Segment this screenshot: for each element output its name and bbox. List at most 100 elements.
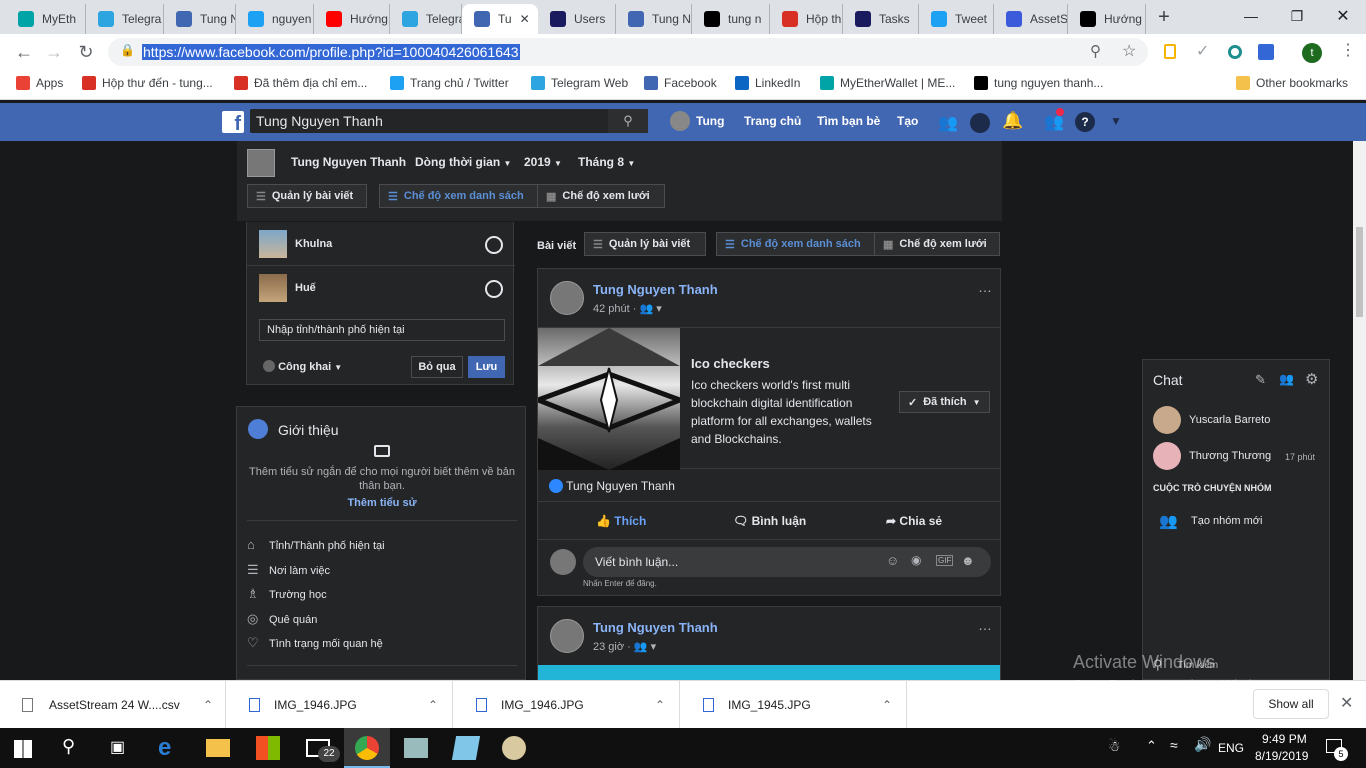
intro-item[interactable]: ⌂ Tỉnh/Thành phố hiện tại — [247, 537, 517, 555]
clock-date[interactable]: 8/19/2019 — [1255, 749, 1308, 763]
intro-item[interactable]: ♗ Trường học — [247, 586, 517, 604]
comment-button[interactable]: 🗨 Bình luận — [733, 514, 806, 528]
share-button[interactable]: ➦ Chia sẻ — [886, 514, 942, 528]
nav-find-friends[interactable]: Tìm bạn bè — [817, 114, 880, 128]
zoom-icon[interactable]: ⚲ — [1090, 42, 1101, 60]
forward-button[interactable]: → — [42, 40, 66, 64]
scrollbar-thumb[interactable] — [1356, 227, 1363, 317]
clock-time[interactable]: 9:49 PM — [1262, 732, 1307, 746]
grid-view-button[interactable]: ▦ Chế độ xem lưới — [537, 184, 665, 208]
bookmark-item[interactable]: tung nguyen thanh... — [974, 76, 1103, 90]
timeline-name[interactable]: Tung Nguyen Thanh — [291, 155, 406, 169]
browser-tab[interactable]: Tung N — [164, 4, 236, 34]
liked-page-button[interactable]: ✓ Đã thích ▼ — [899, 391, 990, 413]
post-author[interactable]: Tung Nguyen Thanh — [593, 620, 718, 635]
save-button[interactable]: Lưu — [468, 356, 505, 378]
browser-tab[interactable]: Hướng — [314, 4, 390, 34]
list-view-button[interactable]: ☰ Chế độ xem danh sách — [379, 184, 538, 208]
facebook-search-input[interactable]: Tung Nguyen Thanh ⚲ — [250, 109, 648, 133]
browser-tab[interactable]: Tung N — [616, 4, 692, 34]
new-group-button[interactable]: 👥 Tạo nhóm mới — [1143, 510, 1331, 534]
extension-check-icon[interactable]: ✓ — [1196, 41, 1209, 61]
year-dropdown[interactable]: 2019 ▼ — [524, 155, 562, 169]
download-item[interactable]: IMG_1946.JPG ⌃ — [454, 681, 680, 729]
store-icon[interactable] — [256, 736, 280, 760]
bookmark-item[interactable]: Đã thêm địa chỉ em... — [234, 76, 367, 90]
nav-create[interactable]: Tạo — [897, 114, 918, 128]
browser-tab[interactable]: nguyen — [236, 4, 314, 34]
account-menu-icon[interactable]: ▼ — [1110, 114, 1122, 128]
browser-tab[interactable]: Hộp th — [770, 4, 843, 34]
add-bio-link[interactable]: Thêm tiểu sử — [237, 497, 527, 509]
browser-tab[interactable]: tung n — [692, 4, 770, 34]
profile-avatar[interactable]: t — [1302, 43, 1322, 63]
browser-tab[interactable]: Tweet — [919, 4, 994, 34]
minimize-button[interactable]: — — [1228, 0, 1274, 32]
avatar[interactable] — [550, 281, 584, 315]
bookmark-item[interactable]: Facebook — [644, 76, 717, 90]
browser-tab[interactable]: Tu ✕ — [462, 4, 538, 34]
facebook-logo-icon[interactable]: f — [222, 111, 244, 133]
other-bookmarks[interactable]: Other bookmarks — [1236, 76, 1348, 90]
download-item[interactable]: IMG_1945.JPG ⌃ — [681, 681, 907, 729]
download-item[interactable]: AssetStream 24 W....csv ⌃ — [0, 681, 226, 729]
browser-tab[interactable]: Telegra — [86, 4, 164, 34]
extension-slash-icon[interactable] — [1258, 44, 1274, 60]
browser-tab[interactable]: Hướng — [1068, 4, 1146, 34]
post-options-icon[interactable]: … — [978, 617, 992, 633]
nav-profile[interactable]: Tung — [696, 114, 724, 128]
browser-tab[interactable]: Tasks — [843, 4, 919, 34]
intro-item[interactable]: ◎ Quê quán — [247, 611, 517, 629]
edge-icon[interactable]: e — [158, 736, 182, 760]
list-view-button[interactable]: ☰ Chế độ xem danh sách — [716, 232, 875, 256]
download-item[interactable]: IMG_1946.JPG ⌃ — [227, 681, 453, 729]
intro-item[interactable]: ☰ Nơi làm việc — [247, 562, 517, 580]
remote-desktop-icon[interactable] — [404, 738, 428, 758]
bookmark-item[interactable]: LinkedIn — [735, 76, 800, 90]
skip-button[interactable]: Bỏ qua — [411, 356, 463, 378]
link-title[interactable]: Ico checkers — [691, 356, 770, 371]
manage-posts-button[interactable]: ☰ Quản lý bài viết — [584, 232, 706, 256]
task-view-icon[interactable]: ▣ — [110, 737, 125, 757]
post-time[interactable]: 42 phút · 👥 ▾ — [593, 302, 662, 315]
gif-icon[interactable]: GIF — [936, 555, 954, 566]
reactions-summary[interactable]: Tung Nguyen Thanh — [549, 479, 675, 493]
intro-item[interactable]: ♡ Tình trạng mối quan hệ — [247, 635, 517, 653]
bookmark-item[interactable]: Trang chủ / Twitter — [390, 76, 509, 90]
manage-posts-button[interactable]: ☰ Quản lý bài viết — [247, 184, 367, 208]
extension-keep-icon[interactable] — [1164, 44, 1176, 59]
extension-circle-icon[interactable] — [1228, 45, 1242, 59]
chevron-up-icon[interactable]: ⌃ — [428, 698, 438, 712]
bookmark-item[interactable]: MyEtherWallet | ME... — [820, 76, 955, 90]
post-options-icon[interactable]: … — [978, 279, 992, 295]
bookmark-item[interactable]: Apps — [16, 76, 63, 90]
timeline-dropdown[interactable]: Dòng thời gian ▼ — [415, 155, 511, 169]
language-indicator[interactable]: ENG — [1218, 741, 1244, 755]
close-window-button[interactable]: ✕ — [1320, 0, 1366, 32]
reload-button[interactable]: ↻ — [74, 40, 98, 64]
notepad-icon[interactable] — [451, 736, 481, 760]
chevron-up-icon[interactable]: ⌃ — [882, 698, 892, 712]
emoji-icon[interactable]: ☺ — [886, 553, 899, 568]
chat-contact[interactable]: Thương Thương 17 phút — [1143, 440, 1331, 470]
chat-contact[interactable]: Yuscarla Barreto — [1143, 404, 1331, 434]
menu-dots-icon[interactable]: ⋮ — [1340, 40, 1356, 60]
people-icon[interactable]: ☃ — [1108, 738, 1121, 755]
avatar[interactable] — [247, 149, 275, 177]
post-author[interactable]: Tung Nguyen Thanh — [593, 282, 718, 297]
comment-input[interactable]: Viết bình luận... ☺ ◉ GIF ☻ — [583, 547, 991, 577]
camera-icon[interactable]: ◉ — [911, 553, 921, 567]
city-option[interactable]: Khulna — [247, 222, 515, 266]
tray-chevron-icon[interactable]: ⌃ — [1146, 738, 1157, 754]
bookmark-item[interactable]: Telegram Web — [531, 76, 628, 90]
new-tab-button[interactable]: + — [1152, 6, 1176, 30]
paint-icon[interactable] — [502, 736, 526, 760]
address-bar[interactable]: 🔒 https://www.facebook.com/profile.php?i… — [108, 38, 1148, 66]
settings-gear-icon[interactable]: ⚙ — [1305, 370, 1318, 388]
friend-requests-icon[interactable]: 👥 — [938, 113, 958, 133]
windows-start-icon[interactable] — [14, 740, 32, 758]
browser-tab[interactable]: MyEth — [6, 4, 86, 34]
post-time[interactable]: 23 giờ · 👥 ▾ — [593, 640, 656, 653]
close-downloads-icon[interactable]: ✕ — [1340, 693, 1353, 713]
page-scrollbar[interactable] — [1353, 141, 1366, 680]
